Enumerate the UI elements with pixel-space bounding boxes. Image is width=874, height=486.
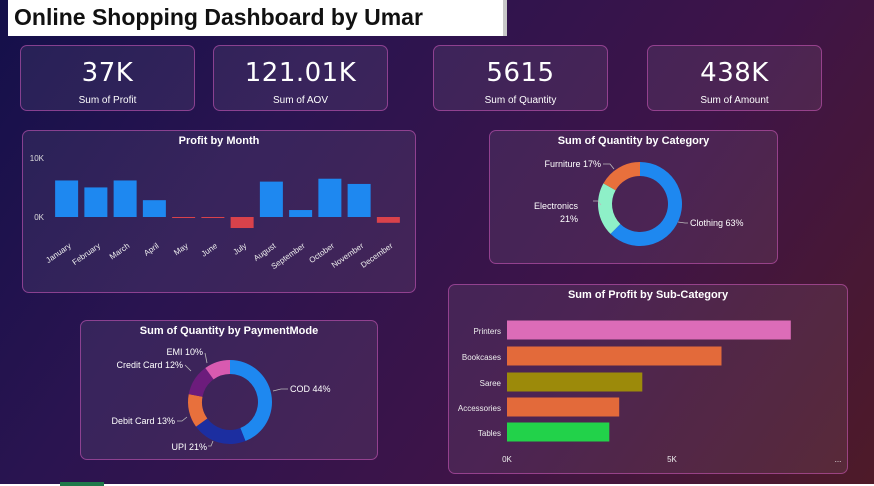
- x-tick-label: January: [44, 241, 72, 265]
- profit-by-subcategory-card[interactable]: Sum of Profit by Sub-Category Printers Bo…: [448, 284, 848, 474]
- quantity-by-paymentmode-card[interactable]: Sum of Quantity by PaymentMode COD 44% UP…: [80, 320, 378, 460]
- x-tick-label: 5K: [667, 455, 677, 464]
- x-tick-label: April: [142, 241, 160, 258]
- category-slice-electronics: [598, 183, 621, 234]
- kpi-value: 5615: [486, 58, 555, 88]
- bar-tables: [507, 422, 610, 442]
- bar-bookcases: [507, 346, 722, 366]
- donut-label: EMI 10%: [166, 347, 203, 357]
- category-slice-furniture: [603, 162, 640, 191]
- bar-october: [318, 178, 342, 217]
- x-tick-label: July: [231, 241, 248, 257]
- leader-line: [204, 352, 208, 364]
- leader-line: [177, 416, 188, 422]
- bar-june: [201, 217, 225, 218]
- x-tick-label: December: [359, 241, 395, 270]
- donut-label: Furniture 17%: [544, 159, 601, 169]
- bar-printers: [507, 320, 791, 340]
- leader-line: [208, 440, 214, 447]
- x-tick-label: March: [108, 241, 131, 261]
- y-tick-label: 10K: [30, 154, 45, 163]
- donut-label: Clothing 63%: [690, 218, 744, 228]
- donut-label: Electronics: [534, 201, 579, 211]
- kpi-value: 121.01K: [244, 58, 357, 88]
- profit-by-subcategory-chart: Printers Bookcases Saree Accessories Tables 0…: [458, 320, 842, 464]
- leader-line: [603, 163, 615, 170]
- profit-by-month-chart: 10K 0K JanuaryFebruary March April May June Jul…: [30, 154, 400, 271]
- y-tick-label: Accessories: [458, 404, 501, 413]
- kpi-card-amount[interactable]: 438K Sum of Amount: [647, 45, 822, 111]
- bar-march: [113, 180, 137, 217]
- paymentmode-slice-cod: [230, 360, 272, 442]
- leader-line: [677, 221, 688, 224]
- y-tick-label: Printers: [473, 327, 501, 336]
- dashboard-title: Online Shopping Dashboard by Umar: [14, 4, 423, 30]
- dashboard-title-bar: Online Shopping Dashboard by Umar: [8, 0, 507, 36]
- leader-line: [272, 388, 288, 392]
- x-tick-label: May: [172, 241, 190, 257]
- kpi-value: 438K: [700, 58, 769, 88]
- kpi-label: Sum of AOV: [272, 95, 329, 106]
- kpi-label: Sum of Profit: [78, 95, 137, 106]
- quantity-by-category-chart: Clothing 63% Electronics 21% Furniture 17%: [534, 159, 744, 246]
- x-tick-label: ...: [835, 455, 842, 464]
- bar-july: [230, 217, 254, 229]
- donut-label: 21%: [560, 214, 578, 224]
- y-tick-label: Tables: [478, 429, 501, 438]
- donut-label: UPI 21%: [171, 442, 207, 452]
- y-tick-label: 0K: [34, 213, 44, 222]
- bar-january: [55, 180, 79, 217]
- kpi-card-profit[interactable]: 37K Sum of Profit: [20, 45, 195, 111]
- donut-label: Debit Card 13%: [111, 416, 175, 426]
- x-tick-label: February: [71, 241, 102, 267]
- paymentmode-slice-upi: [196, 418, 246, 444]
- bar-saree: [507, 372, 643, 392]
- bar-april: [142, 200, 166, 217]
- x-tick-label: June: [200, 241, 220, 259]
- bar-september: [289, 210, 313, 217]
- profit-by-month-card[interactable]: Profit by Month 10K 0K January February Marc…: [22, 130, 416, 293]
- kpi-card-quantity[interactable]: 5615 Sum of Quantity: [433, 45, 608, 111]
- bar-november: [347, 183, 371, 217]
- kpi-label: Sum of Quantity: [484, 95, 557, 106]
- bar-accessories: [507, 397, 620, 417]
- quantity-by-category-card[interactable]: Sum of Quantity by Category Clothing 63%…: [489, 130, 778, 264]
- bar-february: [84, 187, 108, 217]
- bar-may: [172, 217, 196, 218]
- kpi-card-aov[interactable]: 121.01K Sum of AOV: [213, 45, 388, 111]
- leader-line: [184, 364, 192, 372]
- donut-label: COD 44%: [290, 384, 331, 394]
- y-tick-label: Saree: [480, 379, 502, 388]
- kpi-value: 37K: [81, 58, 134, 88]
- status-tab-indicator: [60, 482, 104, 486]
- bar-august: [259, 181, 283, 217]
- y-tick-label: Bookcases: [462, 353, 501, 362]
- bar-december: [376, 217, 400, 223]
- kpi-label: Sum of Amount: [700, 95, 769, 106]
- donut-label: Credit Card 12%: [116, 360, 183, 370]
- x-tick-label: 0K: [502, 455, 512, 464]
- quantity-by-paymentmode-chart: COD 44% UPI 21% Debit Card 13% Credit Card …: [111, 347, 331, 452]
